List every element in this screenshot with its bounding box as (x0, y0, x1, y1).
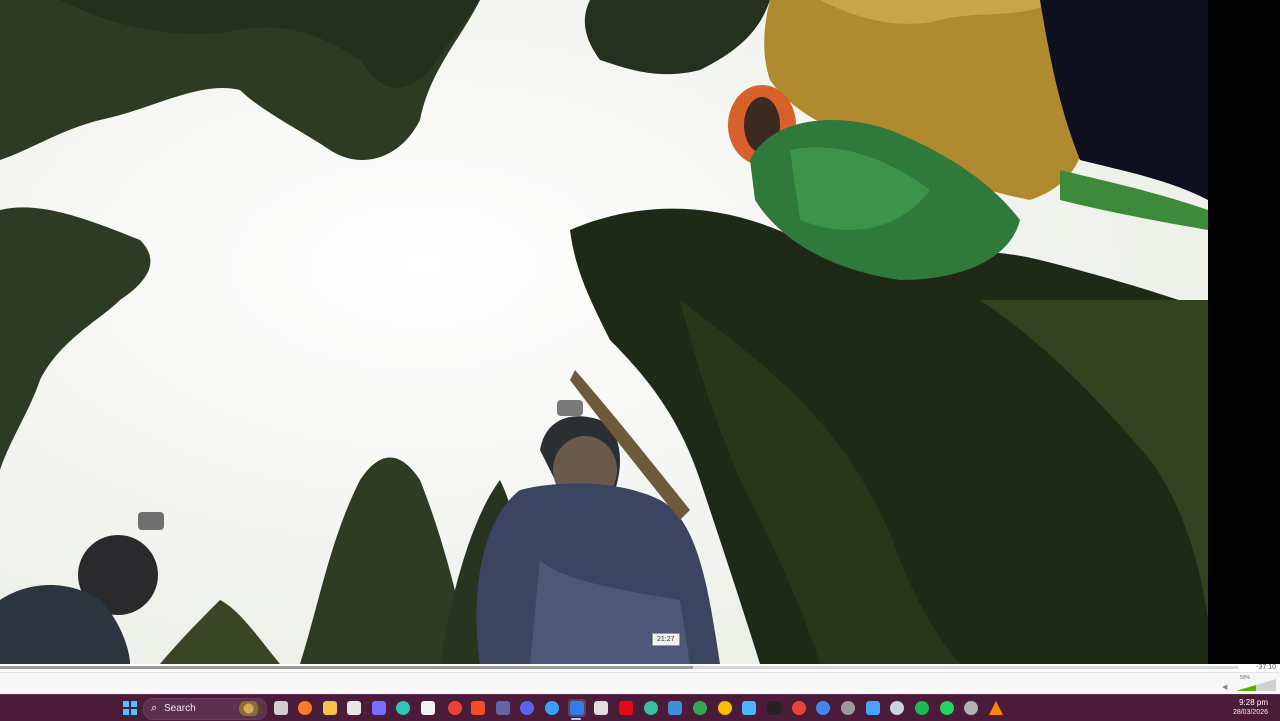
settings-icon[interactable] (962, 699, 980, 717)
obs-icon-glyph (841, 701, 855, 715)
seek-bar[interactable] (0, 666, 1238, 669)
chrome-profile-4-icon-glyph (816, 701, 830, 715)
task-view-icon-glyph (274, 701, 288, 715)
start-icon-glyph (123, 701, 137, 715)
firefox-icon[interactable] (296, 699, 314, 717)
task-view-icon[interactable] (272, 699, 290, 717)
clock-time: 9:28 pm (1239, 698, 1268, 707)
seekbar-row: -37:10 (0, 664, 1280, 672)
vpn-icon-glyph (545, 701, 559, 715)
chrome-profile-icon[interactable] (691, 699, 709, 717)
terminal-icon-glyph (767, 701, 781, 715)
taskbar: ⌕ Search 9:28 pm 28/03/2026 (0, 694, 1280, 721)
chrome-profile-3-icon[interactable] (790, 699, 808, 717)
taskbar-search[interactable]: ⌕ Search (143, 698, 267, 720)
terminal-icon[interactable] (765, 699, 783, 717)
vlc-icon-glyph (989, 701, 1003, 715)
search-placeholder: Search (164, 703, 196, 714)
chrome-profile-3-icon-glyph (792, 701, 806, 715)
chrome-profile-2-icon-glyph (718, 701, 732, 715)
screenshot-icon-glyph (866, 701, 880, 715)
speaker-icon[interactable]: ◀ (1222, 684, 1230, 692)
discord-icon[interactable] (518, 699, 536, 717)
chrome-profile-icon-glyph (693, 701, 707, 715)
remaining-time[interactable]: -37:10 (1256, 664, 1276, 672)
spotify-icon[interactable] (913, 699, 931, 717)
globe-icon[interactable] (642, 699, 660, 717)
seek-time-tooltip: 21:27 (652, 633, 680, 646)
photos-icon-glyph (668, 701, 682, 715)
copilot-icon[interactable] (370, 699, 388, 717)
search-highlight-image (239, 701, 263, 716)
mail-icon-glyph (594, 701, 608, 715)
copilot-icon-glyph (372, 701, 386, 715)
chrome-icon-glyph (448, 701, 462, 715)
notepad-icon[interactable] (740, 699, 758, 717)
edge-icon[interactable] (394, 699, 412, 717)
seek-bar-progress (0, 666, 694, 669)
settings-icon-glyph (964, 701, 978, 715)
notepad-icon-glyph (742, 701, 756, 715)
file-explorer-icon[interactable] (321, 699, 339, 717)
chatgpt-icon-glyph (347, 701, 361, 715)
netflix-icon-glyph (619, 701, 633, 715)
search-icon: ⌕ (151, 702, 158, 714)
chatgpt-icon[interactable] (345, 699, 363, 717)
spotify-icon-glyph (915, 701, 929, 715)
vpn-icon[interactable] (543, 699, 561, 717)
teams-icon[interactable] (494, 699, 512, 717)
video-frame[interactable]: 21:27 (0, 0, 1208, 664)
video-letterbox (1208, 0, 1280, 664)
whatsapp-icon[interactable] (938, 699, 956, 717)
obs-icon[interactable] (839, 699, 857, 717)
player-controls: ◀ 50% (0, 672, 1280, 695)
office-icon[interactable] (469, 699, 487, 717)
start-icon[interactable] (121, 699, 139, 717)
chrome-profile-4-icon[interactable] (814, 699, 832, 717)
remote-desktop-icon-glyph (570, 701, 584, 715)
calendar-icon[interactable] (419, 699, 437, 717)
netflix-icon[interactable] (617, 699, 635, 717)
file-explorer-icon-glyph (323, 701, 337, 715)
globe-icon-glyph (644, 701, 658, 715)
office-icon-glyph (471, 701, 485, 715)
video-scene (0, 0, 1208, 664)
remote-desktop-icon[interactable] (568, 699, 586, 717)
discord-icon-glyph (520, 701, 534, 715)
calendar-icon-glyph (421, 701, 435, 715)
mail-icon[interactable] (592, 699, 610, 717)
chrome-profile-2-icon[interactable] (716, 699, 734, 717)
vlc-icon[interactable] (987, 699, 1005, 717)
steam-icon[interactable] (888, 699, 906, 717)
teams-icon-glyph (496, 701, 510, 715)
volume-slider[interactable] (1236, 678, 1276, 692)
edge-icon-glyph (396, 701, 410, 715)
whatsapp-icon-glyph (940, 701, 954, 715)
chrome-icon[interactable] (446, 699, 464, 717)
photos-icon[interactable] (666, 699, 684, 717)
firefox-icon-glyph (298, 701, 312, 715)
steam-icon-glyph (890, 701, 904, 715)
screenshot-icon[interactable] (864, 699, 882, 717)
system-clock[interactable]: 9:28 pm 28/03/2026 (1233, 698, 1268, 717)
clock-date: 28/03/2026 (1232, 709, 1268, 716)
